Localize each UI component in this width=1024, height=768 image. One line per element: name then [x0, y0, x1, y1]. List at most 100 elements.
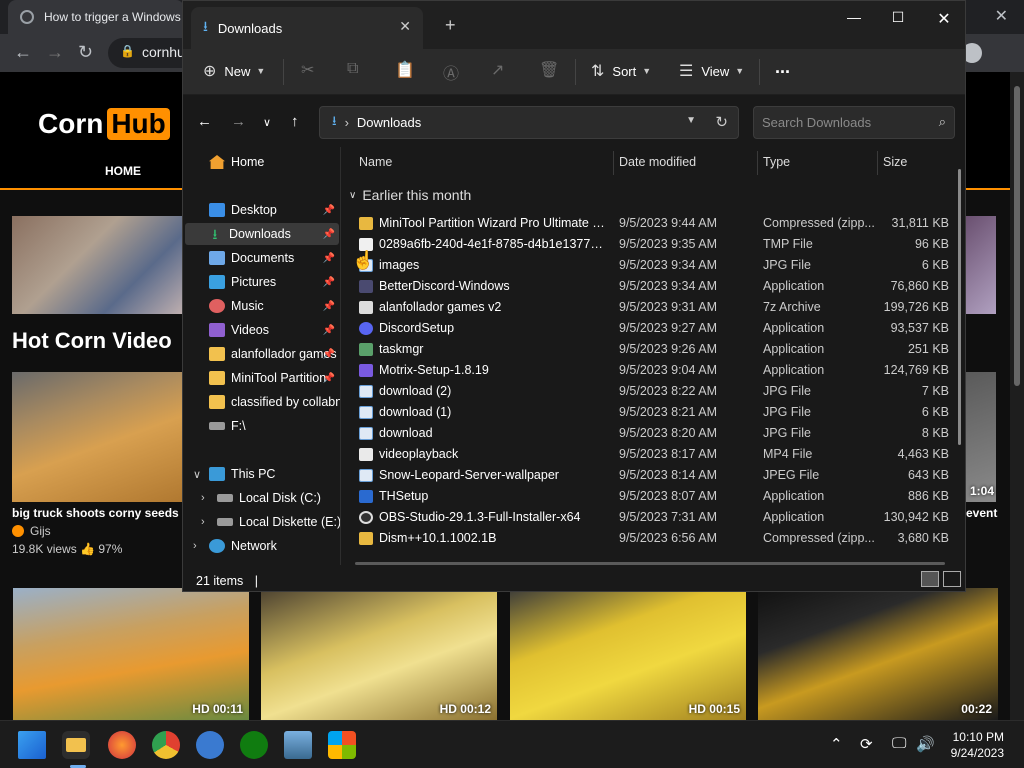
file-explorer-taskbar-icon[interactable] [62, 731, 90, 759]
browser-close-icon[interactable]: ✕ [995, 6, 1008, 26]
file-row[interactable]: Dism++10.1.1002.1B 9/5/2023 6:56 AM Compre… [357, 528, 953, 549]
show-hidden-icons-icon[interactable]: ⌃ [830, 735, 843, 753]
nav-item-documents[interactable]: Documents 📌 [185, 247, 339, 269]
new-button[interactable]: ⊕ New ▼ [203, 61, 265, 81]
video-thumbnail[interactable] [12, 372, 184, 502]
nav-item-local-diskette[interactable]: › Local Diskette (E:) [185, 511, 340, 533]
nav-item-local-disk[interactable]: › Local Disk (C:) [185, 487, 339, 509]
search-input[interactable]: Search Downloads ⌕ [753, 106, 955, 139]
file-row[interactable]: alanfollador games v2 9/5/2023 9:31 AM 7z … [357, 297, 953, 318]
up-icon[interactable]: ↑ [291, 113, 299, 130]
view-button[interactable]: ☰ View ▼ [679, 61, 744, 81]
delete-icon[interactable]: 🗑 [539, 60, 559, 80]
column-header-size[interactable]: Size [883, 155, 907, 169]
nav-item-network[interactable]: › Network [185, 535, 339, 557]
cut-icon[interactable]: ✂ [301, 60, 314, 80]
nav-item-home[interactable]: Home [185, 151, 339, 173]
volume-icon[interactable]: 🔊 [916, 735, 935, 753]
address-bar[interactable]: ⭳ › Downloads ▼ ↻ [319, 106, 739, 139]
chevron-right-icon[interactable]: › [201, 516, 205, 528]
file-row[interactable]: taskmgr 9/5/2023 9:26 AM Application 251 KB [357, 339, 953, 360]
explorer-tab[interactable]: ⭳ Downloads ✕ [191, 7, 423, 49]
clock[interactable]: 10:10 PM 9/24/2023 [951, 729, 1004, 761]
nav-item-drive-f[interactable]: F:\ [185, 415, 339, 437]
file-row[interactable]: download (1) 9/5/2023 8:21 AM JPG File 6 KB [357, 402, 953, 423]
video-thumbnail[interactable]: HD 00:11 [13, 588, 249, 720]
share-icon[interactable]: ↗ [491, 60, 504, 80]
sync-icon[interactable]: ⟳ [860, 735, 873, 753]
close-icon[interactable]: ✕ [921, 9, 967, 29]
column-header-name[interactable]: Name [359, 155, 392, 169]
copy-icon[interactable]: ⧉ [347, 60, 358, 78]
video-thumbnail[interactable] [966, 216, 996, 314]
details-view-icon[interactable] [921, 571, 939, 587]
file-row[interactable]: images 9/5/2023 9:34 AM JPG File 6 KB [357, 255, 953, 276]
nav-item-folder[interactable]: alanfollador games 📌 [185, 343, 339, 365]
maximize-icon[interactable]: ☐ [875, 9, 921, 26]
firefox-icon[interactable] [108, 731, 136, 759]
nav-item-desktop[interactable]: Desktop 📌 [185, 199, 339, 221]
nav-item-folder[interactable]: MiniTool Partition 📌 [185, 367, 339, 389]
file-row[interactable]: Motrix-Setup-1.8.19 9/5/2023 9:04 AM Appli… [357, 360, 953, 381]
browser-back-icon[interactable]: ← [14, 42, 32, 63]
video-thumbnail[interactable] [12, 216, 184, 314]
file-row[interactable]: download (2) 9/5/2023 8:22 AM JPG File 7 KB [357, 381, 953, 402]
video-thumbnail[interactable]: HD 00:12 [261, 588, 497, 720]
file-row[interactable]: 0289a6fb-240d-4e1f-8785-d4b1e13774f1.t..… [357, 234, 953, 255]
site-logo[interactable]: Corn Hub [38, 108, 170, 140]
xbox-icon[interactable] [240, 731, 268, 759]
nav-item-this-pc[interactable]: ∨ This PC [185, 463, 339, 485]
group-header[interactable]: ∨ Earlier this month [349, 187, 471, 203]
browser-forward-icon[interactable]: → [46, 42, 64, 63]
more-options-button[interactable]: ... [775, 57, 790, 78]
chevron-right-icon[interactable]: › [193, 540, 197, 552]
photos-icon[interactable] [284, 731, 312, 759]
page-scrollbar[interactable] [1010, 72, 1024, 720]
nav-item-downloads[interactable]: ⭳ Downloads 📌 [185, 223, 339, 245]
file-row[interactable]: OBS-Studio-29.1.3-Full-Installer-x64 9/5/… [357, 507, 953, 528]
video-thumbnail[interactable]: HD 00:15 [510, 588, 746, 720]
store-icon[interactable] [328, 731, 356, 759]
file-row[interactable]: BetterDiscord-Windows 9/5/2023 9:34 AM App… [357, 276, 953, 297]
nav-item-folder[interactable]: classified by collabne [185, 391, 340, 413]
video-author[interactable]: Gijs [12, 524, 51, 538]
forward-icon[interactable]: → [231, 113, 246, 130]
video-title-partial[interactable]: event [966, 506, 997, 520]
file-row[interactable]: Snow-Leopard-Server-wallpaper 9/5/2023 8:… [357, 465, 953, 486]
page-scrollbar-thumb[interactable] [1014, 86, 1020, 386]
qbittorrent-icon[interactable] [196, 731, 224, 759]
chevron-down-icon[interactable]: ∨ [193, 468, 201, 481]
chevron-right-icon[interactable]: › [201, 492, 205, 504]
file-row[interactable]: MiniTool Partition Wizard Pro Ultimate 1… [357, 213, 953, 234]
column-divider[interactable] [877, 151, 878, 175]
file-row[interactable]: DiscordSetup 9/5/2023 9:27 AM Application 9… [357, 318, 953, 339]
vertical-scrollbar[interactable] [958, 169, 961, 445]
column-divider[interactable] [757, 151, 758, 175]
rename-icon[interactable]: Ⓐ [443, 60, 459, 84]
nav-item-videos[interactable]: Videos 📌 [185, 319, 339, 341]
browser-tab[interactable]: How to trigger a Windows [8, 0, 184, 34]
nav-item-music[interactable]: Music 📌 [185, 295, 339, 317]
address-dropdown-icon[interactable]: ▼ [686, 115, 696, 126]
network-icon[interactable]: 🖵 [892, 735, 906, 752]
file-row[interactable]: videoplayback 9/5/2023 8:17 AM MP4 File 4,4… [357, 444, 953, 465]
video-thumbnail[interactable]: 1:04 [966, 372, 996, 502]
video-title[interactable]: big truck shoots corny seeds in [12, 506, 193, 520]
column-divider[interactable] [613, 151, 614, 175]
video-thumbnail[interactable]: 00:22 [758, 588, 998, 720]
sort-button[interactable]: ⇅ Sort ▼ [591, 61, 651, 81]
recent-locations-icon[interactable]: ∨ [263, 116, 271, 129]
minimize-icon[interactable]: — [831, 9, 877, 25]
nav-item-pictures[interactable]: Pictures 📌 [185, 271, 339, 293]
browser-reload-icon[interactable]: ↻ [78, 42, 93, 63]
tab-close-icon[interactable]: ✕ [399, 18, 411, 35]
new-tab-icon[interactable]: + [445, 15, 456, 36]
back-icon[interactable]: ← [197, 113, 212, 130]
paste-icon[interactable]: 📋 [395, 60, 415, 80]
site-nav-home[interactable]: HOME [105, 164, 141, 178]
chrome-icon[interactable] [152, 731, 180, 759]
column-header-type[interactable]: Type [763, 155, 790, 169]
refresh-icon[interactable]: ↻ [715, 113, 728, 131]
tiles-view-icon[interactable] [943, 571, 961, 587]
file-row[interactable]: download 9/5/2023 8:20 AM JPG File 8 KB [357, 423, 953, 444]
